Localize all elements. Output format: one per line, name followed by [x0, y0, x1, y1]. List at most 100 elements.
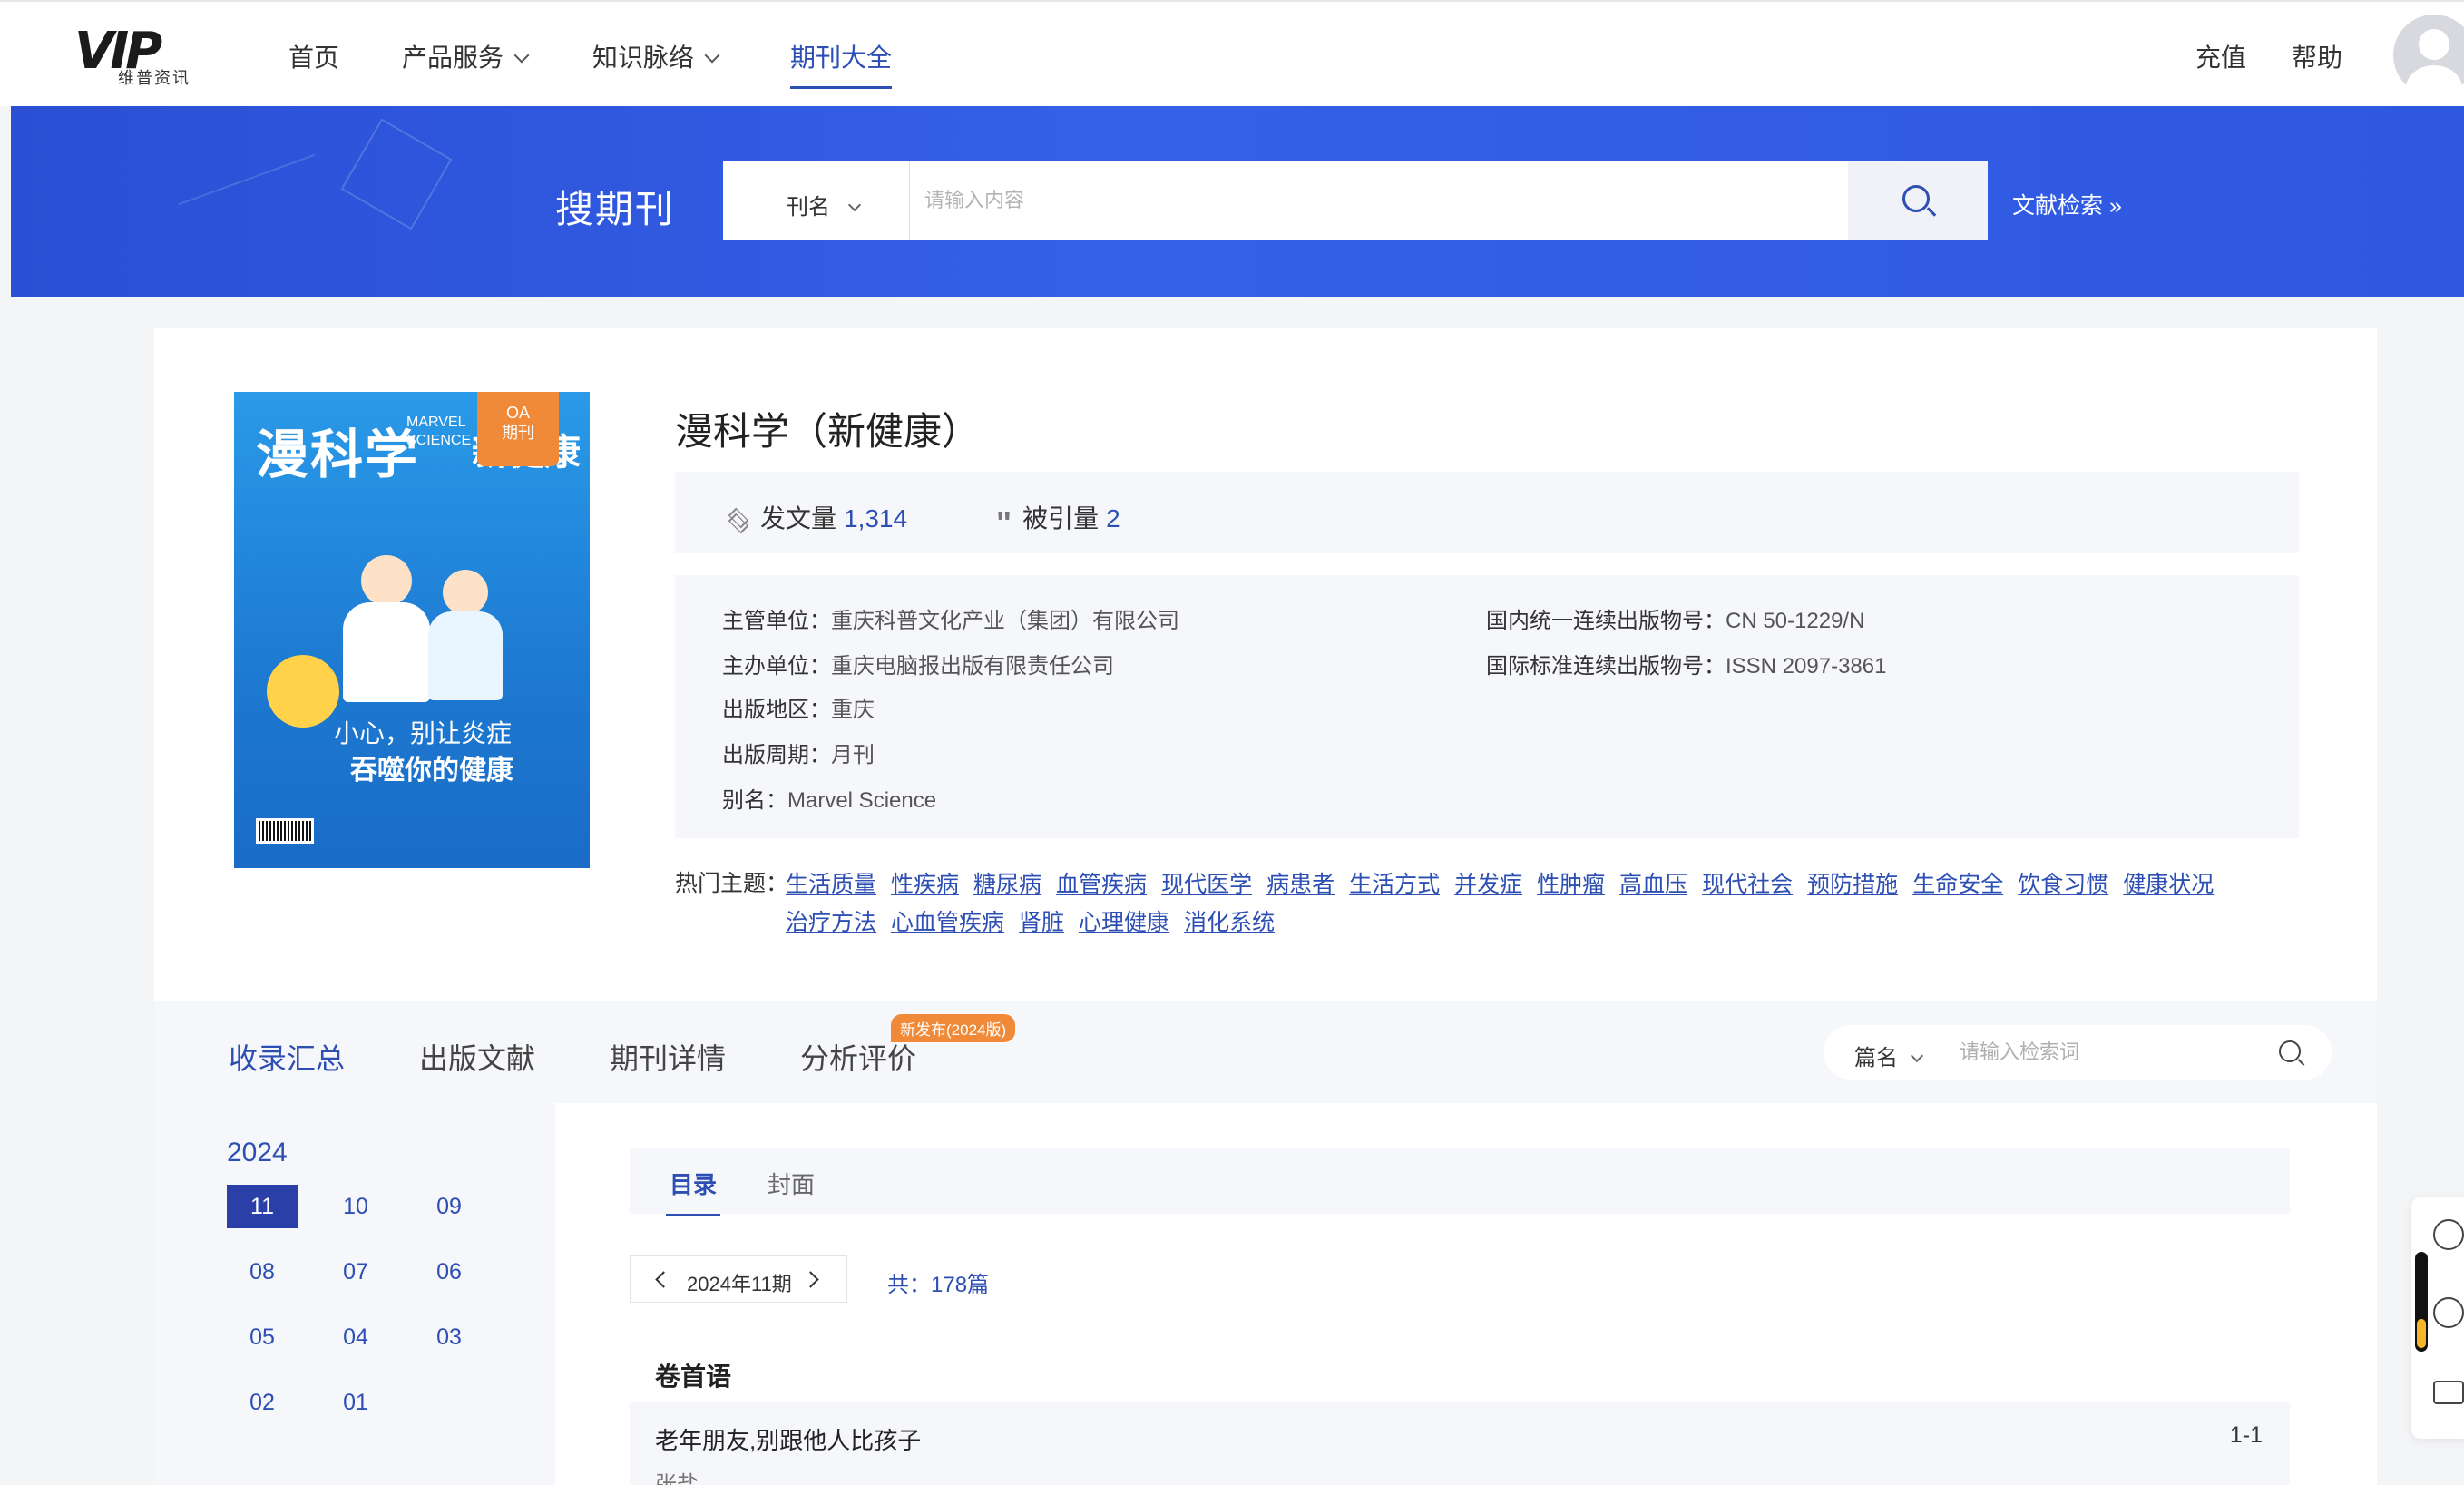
- article-search-field-label: 篇名: [1854, 1046, 1898, 1070]
- hot-topic-tag[interactable]: 并发症: [1454, 865, 1522, 904]
- recharge-link[interactable]: 充值: [2195, 38, 2246, 74]
- hot-topic-tag[interactable]: 治疗方法: [786, 904, 876, 942]
- month-item[interactable]: 07: [320, 1250, 391, 1294]
- hot-topic-tag[interactable]: 高血压: [1619, 865, 1687, 904]
- subtab-cover[interactable]: 封面: [768, 1167, 815, 1200]
- journal-search-input[interactable]: [924, 180, 1795, 221]
- chevron-right-icon[interactable]: [802, 1271, 819, 1288]
- nav-home[interactable]: 首页: [288, 38, 339, 74]
- nav-journals[interactable]: 期刊大全: [790, 38, 893, 89]
- new-release-badge: 新发布(2024版): [891, 1014, 1016, 1042]
- cover-headline-2: 吞噬你的健康: [350, 756, 513, 786]
- cited-count[interactable]: 2: [1106, 504, 1120, 532]
- search-field-select[interactable]: 刊名: [723, 161, 910, 240]
- article-title[interactable]: 老年朋友,别跟他人比孩子: [655, 1422, 921, 1456]
- search-button[interactable]: [1848, 161, 1988, 240]
- hot-topic-tag[interactable]: 心血管疾病: [891, 904, 1004, 942]
- month-item[interactable]: 03: [414, 1315, 484, 1359]
- month-item[interactable]: 04: [320, 1315, 391, 1359]
- journal-title: 漫科学（新健康）: [675, 410, 981, 453]
- tab-details[interactable]: 期刊详情: [610, 1036, 726, 1078]
- search-icon: [1902, 185, 1930, 212]
- article-row[interactable]: 老年朋友,别跟他人比孩子 1-1 张盐: [630, 1402, 2290, 1485]
- article-author[interactable]: 张盐: [655, 1466, 699, 1485]
- chevron-down-icon: [513, 47, 530, 64]
- customer-service-icon[interactable]: [2433, 1219, 2464, 1250]
- hot-topic-tag[interactable]: 现代社会: [1702, 865, 1793, 904]
- month-item[interactable]: 02: [227, 1381, 298, 1424]
- article-search-box: 篇名: [1824, 1025, 2332, 1080]
- chevron-down-icon: [847, 198, 862, 212]
- meta-value: 重庆: [831, 698, 875, 722]
- meta-key: 国际标准连续出版物号：: [1486, 654, 1726, 679]
- month-item[interactable]: 08: [227, 1250, 298, 1294]
- nav-knowledge[interactable]: 知识脉络: [592, 38, 720, 74]
- articles-count[interactable]: 1,314: [844, 504, 907, 532]
- hot-topic-tags: 生活质量 性疾病 糖尿病 血管疾病 现代医学 病患者 生活方式 并发症 性肿瘤 高血压 现代社会 预防…: [786, 865, 2328, 942]
- hot-topic-tag[interactable]: 现代医学: [1161, 865, 1252, 904]
- chevron-down-icon: [1910, 1049, 1924, 1063]
- doctor-illustration: [334, 546, 503, 702]
- article-search-field-select[interactable]: 篇名: [1854, 1040, 1924, 1071]
- search-field-label: 刊名: [787, 195, 830, 220]
- decorative-shape: [340, 118, 453, 230]
- month-item[interactable]: 09: [414, 1185, 484, 1228]
- hot-topic-tag[interactable]: 生活方式: [1349, 865, 1440, 904]
- feedback-icon[interactable]: [2433, 1381, 2464, 1404]
- article-search-input[interactable]: [1960, 1036, 2250, 1069]
- meta-region: 出版地区：重庆: [722, 691, 875, 723]
- subtab-toc[interactable]: 目录: [665, 1167, 721, 1216]
- hot-topic-tag[interactable]: 心理健康: [1079, 904, 1169, 942]
- meta-period: 出版周期：月刊: [722, 737, 875, 768]
- month-item[interactable]: 01: [320, 1381, 391, 1424]
- layers-icon: [728, 509, 748, 529]
- meta-issn: 国际标准连续出版物号：ISSN 2097-3861: [1486, 648, 1886, 679]
- hot-topic-tag[interactable]: 性肿瘤: [1537, 865, 1605, 904]
- vip-logo[interactable]: VIP 维普资讯: [74, 22, 201, 87]
- tab-publications[interactable]: 出版文献: [419, 1036, 535, 1078]
- toc-subtabs: 目录 封面: [630, 1148, 2290, 1216]
- month-item[interactable]: 06: [414, 1250, 484, 1294]
- oa-badge-label: 期刊: [502, 424, 534, 442]
- meta-value: CN 50-1229/N: [1726, 609, 1865, 633]
- literature-search-link[interactable]: 文献检索 »: [2012, 188, 2122, 220]
- meta-value: 重庆电脑报出版有限责任公司: [831, 654, 1114, 679]
- scroll-handle[interactable]: [2415, 1252, 2428, 1352]
- nav-journals-label: 期刊大全: [790, 44, 893, 72]
- cover-headline-1: 小心，别让炎症: [334, 719, 513, 747]
- hot-topic-tag[interactable]: 性疾病: [891, 865, 959, 904]
- journal-search-bar: 刊名: [723, 161, 1988, 240]
- hot-topic-tag[interactable]: 血管疾病: [1056, 865, 1147, 904]
- cited-label: 被引量: [1022, 504, 1100, 532]
- nav-products[interactable]: 产品服务: [402, 38, 530, 74]
- month-item[interactable]: 11: [227, 1185, 298, 1228]
- hot-topics-label: 热门主题：: [675, 871, 789, 896]
- hot-topic-tag[interactable]: 预防措施: [1807, 865, 1898, 904]
- user-avatar-icon[interactable]: [2393, 15, 2464, 96]
- hot-topic-tag[interactable]: 肾脏: [1019, 904, 1064, 942]
- hot-topic-tag[interactable]: 健康状况: [2123, 865, 2214, 904]
- nav-products-label: 产品服务: [402, 44, 504, 72]
- meta-cn: 国内统一连续出版物号：CN 50-1229/N: [1486, 602, 1864, 634]
- meta-alias: 别名：Marvel Science: [722, 782, 936, 814]
- month-item[interactable]: 10: [320, 1185, 391, 1228]
- hot-topic-tag[interactable]: 生活质量: [786, 865, 876, 904]
- hot-topic-tag[interactable]: 病患者: [1266, 865, 1335, 904]
- meta-key: 国内统一连续出版物号：: [1486, 609, 1726, 633]
- issue-selector: 2024年11期: [630, 1255, 847, 1303]
- hot-topic-tag[interactable]: 糖尿病: [973, 865, 1041, 904]
- hot-topic-tag[interactable]: 生命安全: [1912, 865, 2003, 904]
- help-link[interactable]: 帮助: [2292, 38, 2342, 74]
- hot-topic-tag[interactable]: 消化系统: [1184, 904, 1275, 942]
- journal-cover[interactable]: 漫科学 MARVEL SCIENCE 新健康 OA 期刊 小心，别让炎症 吞噬你…: [234, 392, 590, 868]
- chevron-left-icon[interactable]: [655, 1271, 672, 1288]
- year-label[interactable]: 2024: [227, 1138, 288, 1168]
- decorative-line: [178, 153, 316, 206]
- phone-icon[interactable]: [2433, 1297, 2464, 1328]
- hot-topic-tag[interactable]: 饮食习惯: [2018, 865, 2108, 904]
- article-pages: 1-1: [2229, 1422, 2263, 1448]
- tab-summary[interactable]: 收录汇总: [229, 1036, 345, 1078]
- cover-sticker: [267, 655, 339, 728]
- month-item[interactable]: 05: [227, 1315, 298, 1359]
- article-total: 共：178篇: [887, 1273, 990, 1297]
